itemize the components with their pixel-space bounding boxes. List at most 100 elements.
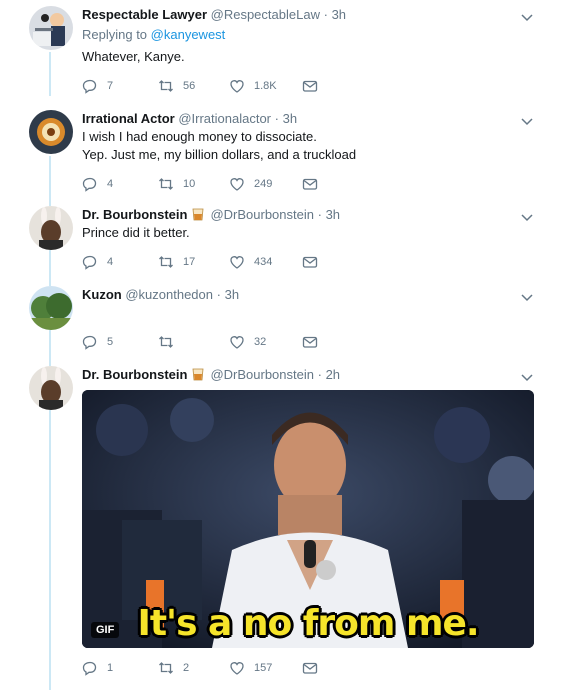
heart-icon: [230, 178, 244, 191]
separator-dot: ·: [317, 207, 322, 222]
avatar[interactable]: [29, 286, 73, 330]
envelope-icon: [302, 80, 318, 92]
display-name[interactable]: Irrational Actor: [82, 111, 175, 126]
timestamp[interactable]: 3h: [225, 287, 239, 302]
direct-message-button[interactable]: [302, 658, 318, 678]
tweet[interactable]: Kuzon @kuzonthedon · 3h 5 32: [0, 280, 562, 360]
heart-icon: [230, 256, 244, 269]
user-handle[interactable]: @DrBourbonstein: [210, 207, 314, 222]
tweet-actions: 4 17 434: [82, 252, 382, 272]
avatar[interactable]: [29, 110, 73, 154]
user-handle[interactable]: @Irrationalactor: [178, 111, 271, 126]
heart-icon: [230, 80, 244, 93]
timestamp[interactable]: 3h: [283, 111, 297, 126]
reply-button[interactable]: 4: [82, 252, 113, 272]
avatar[interactable]: [29, 366, 73, 410]
like-button[interactable]: 32: [229, 332, 266, 352]
tweet-header: Dr. Bourbonstein @DrBourbonstein · 2h: [82, 366, 538, 384]
reply-count: 7: [107, 80, 114, 92]
retweet-button[interactable]: 10: [158, 174, 195, 194]
chevron-down-icon[interactable]: [520, 114, 534, 128]
retweet-button[interactable]: [158, 332, 183, 352]
retweet-count: 56: [183, 80, 196, 92]
retweet-button[interactable]: 17: [158, 252, 195, 272]
mention-link[interactable]: @kanyewest: [151, 27, 226, 42]
tweet[interactable]: Respectable Lawyer @RespectableLaw · 3h …: [0, 0, 562, 96]
direct-message-button[interactable]: [302, 332, 318, 352]
chevron-down-icon[interactable]: [520, 10, 534, 24]
tweet[interactable]: Irrational Actor @Irrationalactor · 3h I…: [0, 104, 562, 196]
direct-message-button[interactable]: [302, 174, 318, 194]
whiskey-glass-icon: [193, 208, 204, 221]
tweet[interactable]: Dr. Bourbonstein @DrBourbonstein · 2h GI…: [0, 360, 562, 690]
like-button[interactable]: 157: [229, 658, 272, 678]
display-name[interactable]: Dr. Bourbonstein: [82, 207, 187, 222]
reply-button[interactable]: 4: [82, 174, 113, 194]
gif-media[interactable]: GIF It's a no from me.: [82, 390, 534, 648]
heart-icon: [230, 336, 244, 349]
tweet-actions: 5 32: [82, 332, 382, 352]
reply-button[interactable]: 5: [82, 332, 113, 352]
tweet[interactable]: Dr. Bourbonstein @DrBourbonstein · 3h Pri…: [0, 200, 562, 280]
user-handle[interactable]: @kuzonthedon: [125, 287, 213, 302]
separator-dot: ·: [317, 367, 322, 382]
replying-to-label: Replying to: [82, 27, 148, 42]
reply-icon: [82, 661, 97, 676]
retweet-count: 2: [183, 662, 190, 674]
heart-icon: [230, 662, 244, 675]
retweet-icon: [159, 178, 173, 190]
direct-message-button[interactable]: [302, 252, 318, 272]
retweet-button[interactable]: 2: [158, 658, 189, 678]
display-name[interactable]: Respectable Lawyer: [82, 7, 207, 22]
chevron-down-icon[interactable]: [520, 370, 534, 384]
user-handle[interactable]: @RespectableLaw: [211, 7, 320, 22]
gif-caption: It's a no from me.: [137, 603, 479, 644]
user-handle[interactable]: @DrBourbonstein: [210, 367, 314, 382]
retweet-icon: [159, 80, 173, 92]
like-count: 32: [254, 336, 267, 348]
display-name[interactable]: Kuzon: [82, 287, 122, 302]
retweet-icon: [159, 662, 173, 674]
avatar[interactable]: [29, 206, 73, 250]
reply-button[interactable]: 1: [82, 658, 113, 678]
tweet-header: Kuzon @kuzonthedon · 3h: [82, 286, 538, 304]
retweet-button[interactable]: 56: [158, 76, 195, 96]
separator-dot: ·: [216, 287, 221, 302]
separator-dot: ·: [323, 7, 328, 22]
replying-to: Replying to @kanyewest: [82, 26, 538, 44]
like-count: 1.8K: [254, 80, 277, 92]
like-button[interactable]: 1.8K: [229, 76, 277, 96]
tweet-text: Prince did it better.: [82, 225, 190, 240]
reply-count: 1: [107, 662, 114, 674]
like-button[interactable]: 434: [229, 252, 272, 272]
tweet-text: Whatever, Kanye.: [82, 49, 185, 64]
chevron-down-icon[interactable]: [520, 210, 534, 224]
separator-dot: ·: [274, 111, 279, 126]
chevron-down-icon[interactable]: [520, 290, 534, 304]
timestamp[interactable]: 2h: [326, 367, 340, 382]
reply-icon: [82, 335, 97, 350]
retweet-icon: [159, 256, 173, 268]
retweet-count: 17: [183, 256, 196, 268]
envelope-icon: [302, 178, 318, 190]
display-name[interactable]: Dr. Bourbonstein: [82, 367, 187, 382]
tweet-header: Dr. Bourbonstein @DrBourbonstein · 3h: [82, 206, 538, 224]
retweet-icon: [159, 336, 173, 348]
tweet-text-line: Yep. Just me, my billion dollars, and a …: [82, 147, 357, 162]
timestamp[interactable]: 3h: [326, 207, 340, 222]
reply-count: 4: [107, 256, 114, 268]
retweet-count: 10: [183, 178, 196, 190]
timestamp[interactable]: 3h: [332, 7, 346, 22]
tweet-header: Respectable Lawyer @RespectableLaw · 3h: [82, 6, 538, 24]
like-count: 434: [254, 256, 273, 268]
tweet-actions: 7 56 1.8K: [82, 76, 382, 96]
avatar[interactable]: [29, 6, 73, 50]
reply-button[interactable]: 7: [82, 76, 113, 96]
like-button[interactable]: 249: [229, 174, 272, 194]
reply-icon: [82, 255, 97, 270]
envelope-icon: [302, 336, 318, 348]
direct-message-button[interactable]: [302, 76, 318, 96]
reply-icon: [82, 79, 97, 94]
tweet-actions: 4 10 249: [82, 174, 382, 194]
tweet-actions: 1 2 157: [82, 658, 382, 678]
